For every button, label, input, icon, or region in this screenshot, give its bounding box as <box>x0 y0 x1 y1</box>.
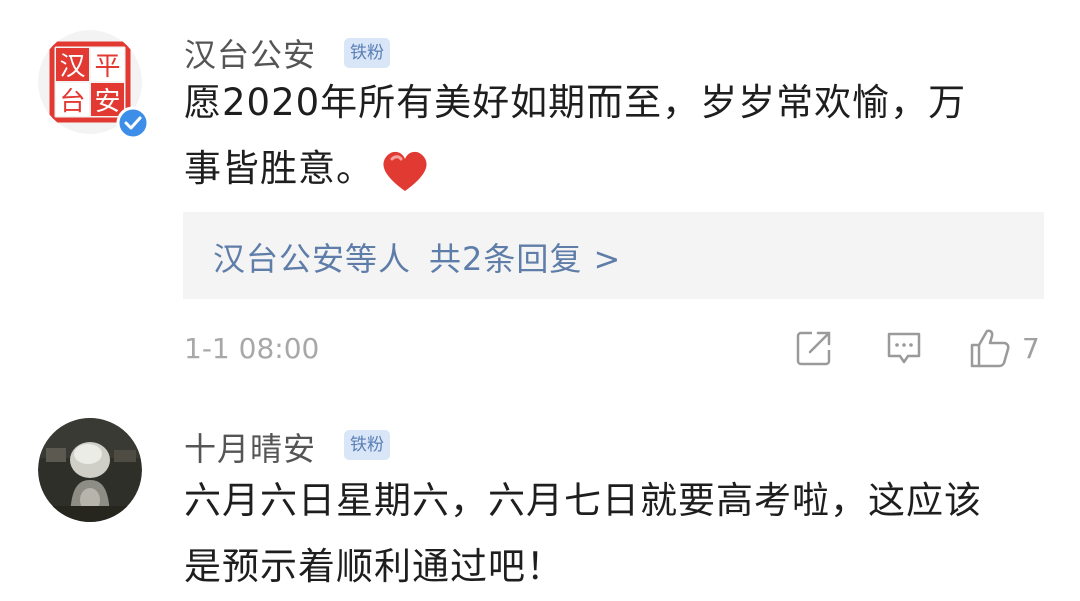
heart-icon <box>383 151 427 191</box>
like-count: 7 <box>1022 332 1040 365</box>
comment-line-text: 事皆胜意。 <box>184 147 374 190</box>
reply-count: 共2条回复 > <box>429 240 622 278</box>
avatar[interactable]: 汉 平 台 安 <box>38 30 150 140</box>
seal-char: 平 <box>94 52 120 82</box>
comment-content: 六月六日星期六，六月七日就要高考啦，这应该 是预示着顺利通过吧！ <box>184 468 1024 600</box>
timestamp: 1-1 08:00 <box>184 332 320 365</box>
comment-item: 汉 平 台 安 汉台公安 铁粉 愿2020年所有美好如期而至，岁岁常欢愉，万 事… <box>0 0 1080 400</box>
username[interactable]: 十月晴安 <box>184 424 316 470</box>
reply-authors: 汉台公安等人 <box>213 240 412 278</box>
fan-badge[interactable]: 铁粉 <box>344 430 390 460</box>
comment-item: 十月晴安 铁粉 六月六日星期六，六月七日就要高考啦，这应该 是预示着顺利通过吧！ <box>0 400 1080 601</box>
comment-line: 事皆胜意。 <box>184 136 1024 202</box>
avatar[interactable] <box>38 418 142 522</box>
replies-preview[interactable]: 汉台公安等人 共2条回复 > <box>183 212 1044 299</box>
seal-char: 汉 <box>59 52 85 82</box>
replies-link[interactable]: 汉台公安等人 共2条回复 > <box>213 234 621 280</box>
comment-line: 是预示着顺利通过吧！ <box>184 545 564 588</box>
comment-line: 六月六日星期六，六月七日就要高考啦，这应该 <box>184 479 982 522</box>
comment-icon[interactable] <box>884 328 924 368</box>
fan-badge[interactable]: 铁粉 <box>344 38 390 68</box>
thumbs-up-icon[interactable] <box>968 326 1012 370</box>
avatar-photo <box>38 418 142 522</box>
comment-content: 愿2020年所有美好如期而至，岁岁常欢愉，万 事皆胜意。 <box>184 70 1024 202</box>
share-icon[interactable] <box>794 328 834 368</box>
verified-check-icon <box>116 106 150 140</box>
seal-char: 台 <box>59 87 85 117</box>
comment-line: 愿2020年所有美好如期而至，岁岁常欢愉，万 <box>184 81 967 124</box>
